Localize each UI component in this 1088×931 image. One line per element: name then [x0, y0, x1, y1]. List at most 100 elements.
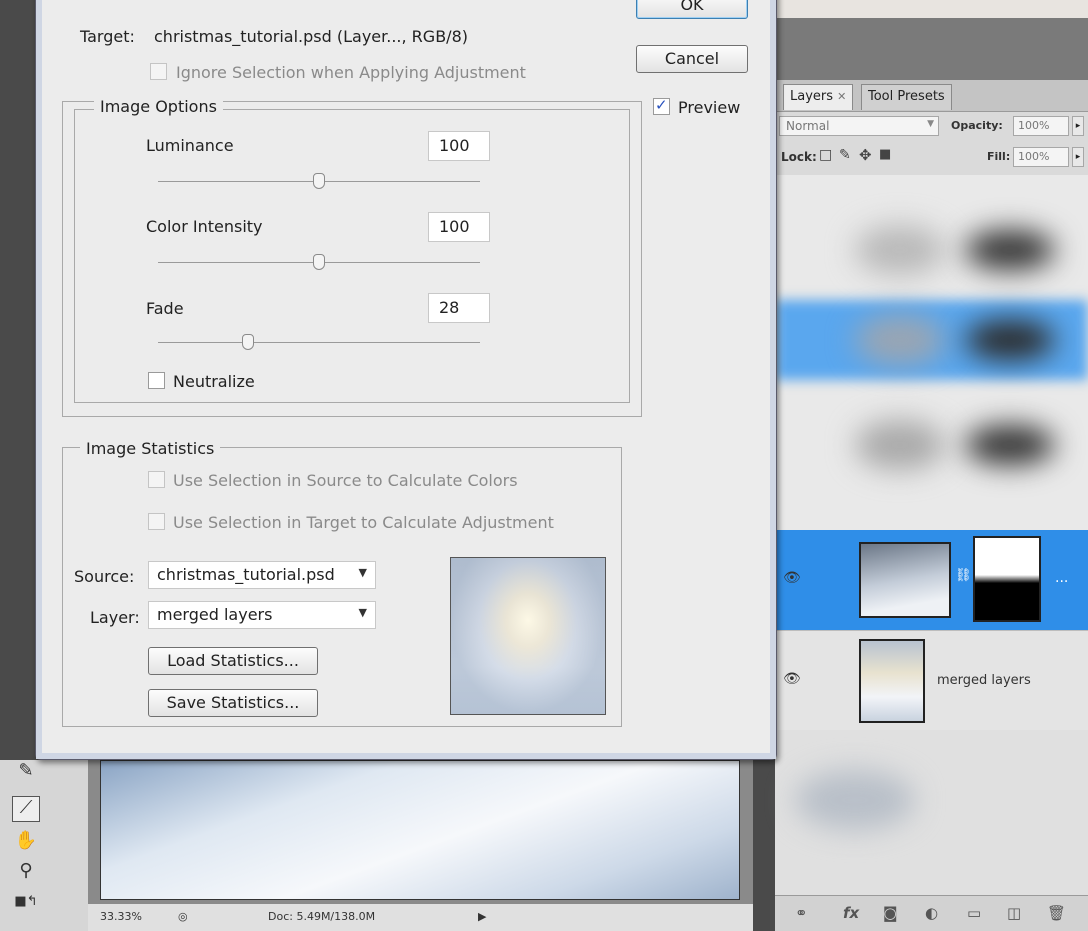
- blurred-mask: [965, 230, 1055, 270]
- fade-slider-track[interactable]: [158, 342, 480, 343]
- blend-row: Normal ▼ Opacity: 100% ▸: [775, 112, 1088, 140]
- save-statistics-button[interactable]: Save Statistics...: [148, 689, 318, 717]
- trash-icon[interactable]: 🗑: [1047, 904, 1066, 922]
- tab-tool-presets-label: Tool Presets: [868, 89, 945, 104]
- target-value: christmas_tutorial.psd (Layer..., RGB/8): [154, 27, 468, 46]
- fx-icon[interactable]: fx: [843, 904, 859, 922]
- source-select-value: christmas_tutorial.psd: [157, 565, 335, 584]
- preview-label: Preview: [678, 98, 741, 117]
- blurred-thumb: [795, 770, 915, 830]
- fade-input[interactable]: 28: [428, 293, 490, 323]
- fill-arrow-icon[interactable]: ▸: [1072, 147, 1084, 167]
- layers-panel-footer: ⚭ fx ◙ ◐ ▭ ◫ 🗑: [775, 895, 1088, 931]
- eye-icon[interactable]: 👁: [783, 570, 801, 586]
- neutralize-checkbox[interactable]: [148, 372, 165, 389]
- zoom-level[interactable]: 33.33%: [100, 910, 142, 923]
- blend-mode-value: Normal: [786, 119, 830, 133]
- color-swatch-icon[interactable]: ■↰: [12, 894, 40, 920]
- status-menu-icon[interactable]: ▶: [478, 910, 486, 923]
- fade-slider-thumb[interactable]: [242, 334, 255, 350]
- layer-mask-thumbnail: [973, 536, 1041, 622]
- blurred-mask: [965, 320, 1055, 360]
- doc-size: Doc: 5.49M/138.0M: [268, 910, 376, 923]
- source-select[interactable]: christmas_tutorial.psd ▼: [148, 561, 376, 589]
- luminance-label: Luminance: [146, 136, 234, 155]
- layers-panel-tabs: Layers ✕ Tool Presets: [775, 80, 1088, 112]
- color-intensity-label: Color Intensity: [146, 217, 263, 236]
- document-window: 33.33% ◎ Doc: 5.49M/138.0M ▶: [88, 760, 753, 931]
- layer-select-value: merged layers: [157, 605, 273, 624]
- lock-all-icon[interactable]: ■: [879, 147, 891, 162]
- chevron-down-icon: ▼: [927, 119, 934, 129]
- link-icon[interactable]: ⛓: [955, 568, 972, 583]
- luminance-input[interactable]: 100: [428, 131, 490, 161]
- layer-row-selected[interactable]: 👁 ⛓ ...: [775, 530, 1088, 630]
- tab-tool-presets[interactable]: Tool Presets: [861, 84, 952, 110]
- status-bar: 33.33% ◎ Doc: 5.49M/138.0M ▶: [88, 904, 753, 931]
- lock-move-icon[interactable]: ✥: [859, 146, 872, 164]
- ignore-selection-label: Ignore Selection when Applying Adjustmen…: [176, 63, 526, 82]
- hand-tool-icon[interactable]: ✋: [12, 830, 40, 856]
- lock-transparency-icon[interactable]: □: [819, 147, 832, 163]
- options-strip: [775, 18, 1088, 80]
- mask-icon[interactable]: ◙: [883, 904, 898, 922]
- eye-icon[interactable]: 👁: [783, 671, 801, 687]
- link-layers-icon[interactable]: ⚭: [795, 904, 808, 922]
- layer-thumbnail: [859, 542, 951, 618]
- luminance-slider-thumb[interactable]: [313, 173, 325, 189]
- use-target-selection-checkbox[interactable]: [148, 513, 165, 530]
- cancel-button[interactable]: Cancel: [636, 45, 748, 73]
- color-intensity-slider-thumb[interactable]: [313, 254, 325, 270]
- new-layer-icon[interactable]: ◫: [1007, 904, 1021, 922]
- opacity-label: Opacity:: [951, 119, 1003, 132]
- tab-layers[interactable]: Layers ✕: [783, 84, 854, 110]
- layer-select[interactable]: merged layers ▼: [148, 601, 376, 629]
- opacity-arrow-icon[interactable]: ▸: [1072, 116, 1084, 136]
- layer-row-merged[interactable]: 👁 merged layers: [775, 630, 1088, 730]
- use-source-selection-label: Use Selection in Source to Calculate Col…: [173, 471, 518, 490]
- neutralize-label: Neutralize: [173, 372, 255, 391]
- blend-mode-select[interactable]: Normal ▼: [779, 116, 939, 136]
- tools-column: ✎ ⟋ ✋ ⚲ ■↰: [0, 760, 90, 931]
- blurred-mask: [965, 425, 1055, 465]
- target-label: Target:: [80, 27, 135, 46]
- layers-panel: Layers ✕ Tool Presets Normal ▼ Opacity: …: [775, 80, 1088, 931]
- canvas-image[interactable]: [100, 760, 740, 900]
- lock-brush-icon[interactable]: ✎: [839, 147, 851, 163]
- blurred-thumb: [855, 315, 945, 365]
- color-intensity-input[interactable]: 100: [428, 212, 490, 242]
- tab-layers-label: Layers: [790, 89, 834, 104]
- blurred-layer-list: [775, 175, 1088, 530]
- zoom-tool-icon[interactable]: ⚲: [12, 860, 40, 886]
- notes-tool-icon[interactable]: ✎: [12, 760, 40, 786]
- layer-label: Layer:: [90, 608, 140, 627]
- load-statistics-button[interactable]: Load Statistics...: [148, 647, 318, 675]
- zoom-icon[interactable]: ◎: [178, 910, 188, 923]
- fill-input[interactable]: 100%: [1013, 147, 1069, 167]
- lock-label: Lock:: [781, 150, 817, 164]
- image-options-legend: Image Options: [94, 97, 223, 116]
- menu-strip: [775, 0, 1088, 18]
- blurred-thumb: [855, 225, 945, 275]
- blurred-thumb: [855, 420, 945, 470]
- layer-name: merged layers: [937, 673, 1031, 688]
- adjustment-icon[interactable]: ◐: [925, 904, 938, 922]
- blurred-layer-area: [775, 730, 1088, 895]
- use-source-selection-checkbox[interactable]: [148, 471, 165, 488]
- use-target-selection-label: Use Selection in Target to Calculate Adj…: [173, 513, 554, 532]
- lock-row: Lock: □ ✎ ✥ ■ Fill: 100% ▸: [775, 142, 1088, 170]
- match-color-dialog: Target: christmas_tutorial.psd (Layer...…: [35, 0, 777, 760]
- layer-thumbnail: [859, 639, 925, 723]
- opacity-input[interactable]: 100%: [1013, 116, 1069, 136]
- eyedropper-tool-icon[interactable]: ⟋: [12, 796, 40, 822]
- fade-label: Fade: [146, 299, 184, 318]
- ignore-selection-checkbox[interactable]: [150, 63, 167, 80]
- folder-icon[interactable]: ▭: [967, 904, 981, 922]
- layer-name-truncated: ...: [1055, 570, 1069, 586]
- source-label: Source:: [74, 567, 135, 586]
- close-icon[interactable]: ✕: [837, 90, 846, 103]
- chevron-down-icon: ▼: [358, 606, 367, 619]
- fill-label: Fill:: [987, 150, 1011, 163]
- preview-checkbox[interactable]: [653, 96, 670, 115]
- ok-button[interactable]: OK: [636, 0, 748, 19]
